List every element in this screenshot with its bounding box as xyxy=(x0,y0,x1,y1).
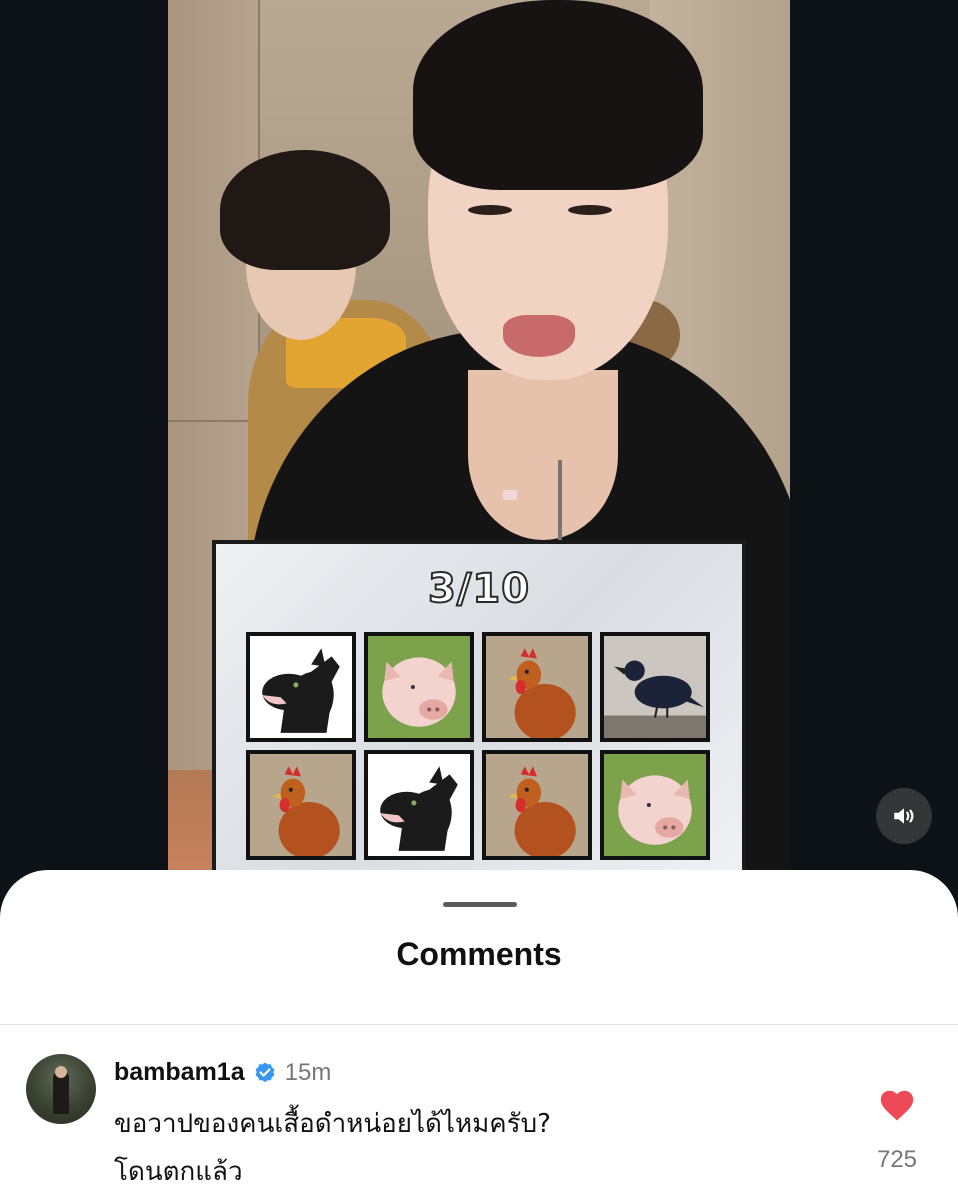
foreground-person-hair xyxy=(413,0,703,190)
speaker-volume-icon xyxy=(894,808,914,824)
avatar[interactable] xyxy=(26,1054,96,1124)
pig-icon xyxy=(604,754,706,856)
mouth xyxy=(503,315,575,357)
heart-icon xyxy=(880,1090,914,1121)
comment-text-line: ขอวาปของคนเสื้อดำหน่อยได้ไหมครับ? xyxy=(114,1109,551,1139)
avatar-figure-head xyxy=(55,1066,67,1078)
sheet-title: Comments xyxy=(396,936,562,972)
foreground-person-neck xyxy=(468,370,618,540)
game-score: 3/10 xyxy=(427,565,531,613)
sheet-drag-handle[interactable] xyxy=(443,902,517,907)
comment-username[interactable]: bambam1a xyxy=(114,1058,245,1087)
card-pig xyxy=(600,750,710,860)
card-dog xyxy=(246,632,356,742)
like-count: 725 xyxy=(876,1146,918,1173)
rooster-icon xyxy=(486,754,588,856)
memory-game-board: 3/10 xyxy=(212,540,746,880)
screen: 3/10 Comments bambam1a 15m ขอวาปของคนเสื… xyxy=(0,0,958,1200)
crow-icon xyxy=(604,636,706,738)
comments-sheet: Comments bambam1a 15m ขอวาปของคนเสื้อดำห… xyxy=(0,870,958,1200)
pig-icon xyxy=(368,636,470,738)
necklace-pendant xyxy=(503,490,517,500)
jacket-zipper xyxy=(558,460,562,540)
card-crow xyxy=(600,632,710,742)
eye xyxy=(468,205,512,215)
comment-timestamp: 15m xyxy=(284,1058,332,1086)
card-dog xyxy=(364,750,474,860)
card-rooster xyxy=(482,632,592,742)
dog-icon xyxy=(250,636,352,738)
dog-icon xyxy=(368,754,470,856)
divider xyxy=(0,1024,958,1025)
video-player[interactable]: 3/10 xyxy=(168,0,790,880)
rooster-icon xyxy=(250,754,352,856)
background-person-hair xyxy=(220,150,390,270)
eye xyxy=(568,205,612,215)
card-pig xyxy=(364,632,474,742)
verified-badge-icon xyxy=(255,1062,275,1082)
card-rooster xyxy=(246,750,356,860)
card-grid xyxy=(246,632,710,860)
card-rooster xyxy=(482,750,592,860)
comment-body: ขอวาปของคนเสื้อดำหน่อยได้ไหมครับ? โดนตกแ… xyxy=(114,1100,814,1196)
comment-header: bambam1a 15m xyxy=(114,1058,331,1087)
rooster-icon xyxy=(486,636,588,738)
comment-text-line: โดนตกแล้ว xyxy=(114,1157,243,1187)
volume-button[interactable] xyxy=(876,788,932,844)
like-button[interactable] xyxy=(872,1088,922,1127)
wall-seam xyxy=(168,420,258,422)
